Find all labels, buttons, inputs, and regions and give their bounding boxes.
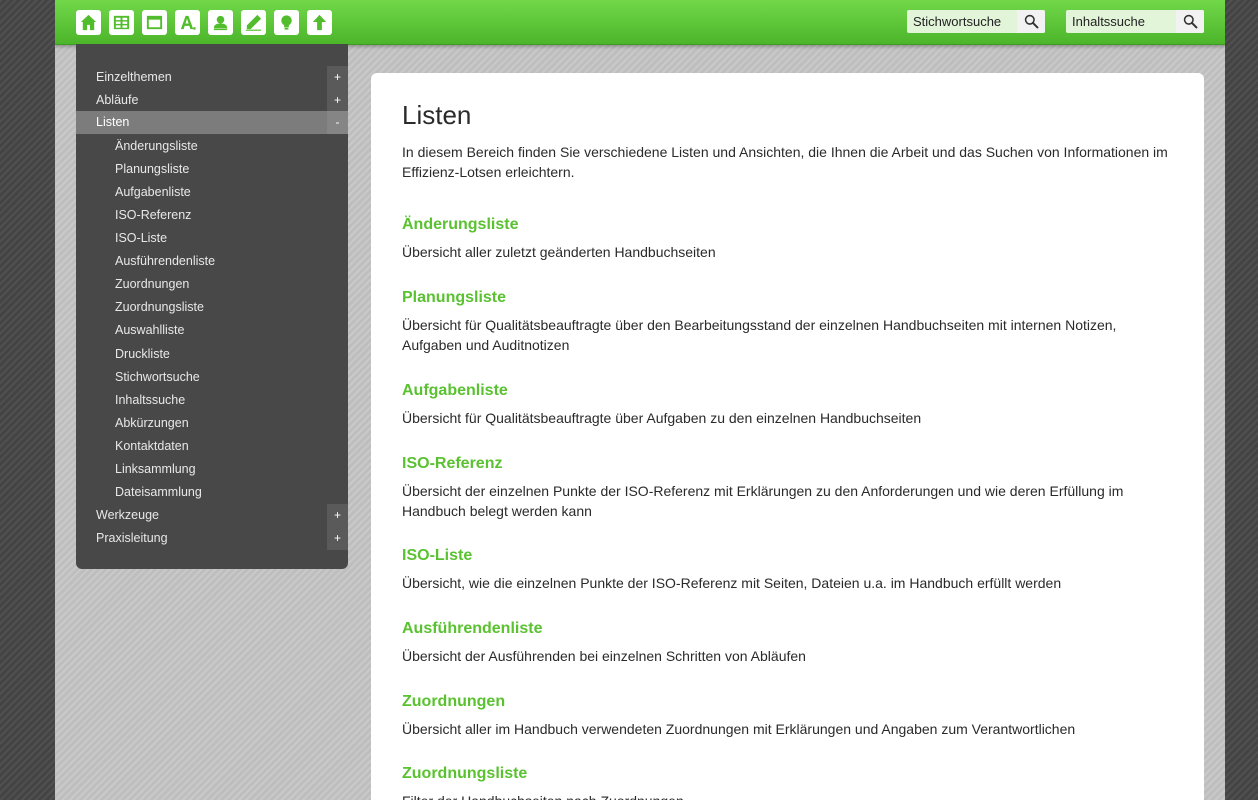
list-item: ISO-Referenz Übersicht der einzelnen Pun… (402, 454, 1177, 521)
sidebar-item-label: Abläufe (96, 93, 139, 107)
sidebar-subitem[interactable]: Zuordnungsliste (76, 296, 348, 319)
table-icon[interactable] (109, 10, 134, 35)
sidebar-item-label: Werkzeuge (96, 508, 159, 522)
sidebar-subitem-label: Abkürzungen (115, 416, 189, 430)
sidebar-subitem[interactable]: Inhaltssuche (76, 389, 348, 412)
list-item-link[interactable]: Zuordnungen (402, 692, 1177, 712)
user-icon[interactable] (208, 10, 233, 35)
sidebar-item-einzelthemen[interactable]: Einzelthemen + (76, 66, 348, 89)
sidebar-item-listen[interactable]: Listen - (76, 111, 348, 134)
content-search-input[interactable] (1066, 10, 1172, 33)
sidebar-subitem-label: Kontaktdaten (115, 439, 189, 453)
sidebar-subitem-label: ISO-Liste (115, 231, 168, 245)
list-item: Aufgabenliste Übersicht für Qualitätsbea… (402, 381, 1177, 428)
arrow-up-icon[interactable] (307, 10, 332, 35)
expand-toggle[interactable]: + (327, 89, 348, 112)
list-item-description: Übersicht aller zuletzt geänderten Handb… (402, 244, 716, 260)
keyword-search-button[interactable] (1017, 10, 1045, 33)
list-item-link[interactable]: Planungsliste (402, 288, 1177, 308)
sidebar-subitem-label: Zuordnungsliste (115, 300, 204, 314)
expand-toggle[interactable]: + (327, 527, 348, 550)
page-title: Listen (402, 100, 472, 130)
sidebar-subitem[interactable]: ISO-Referenz (76, 204, 348, 227)
main-content: Listen In diesem Bereich finden Sie vers… (371, 73, 1204, 800)
sidebar-subitem[interactable]: Planungsliste (76, 158, 348, 181)
sidebar-navigation: Einzelthemen + Abläufe + Listen - Änderu… (76, 44, 348, 569)
intro-text: In diesem Bereich finden Sie verschieden… (402, 144, 1168, 180)
sidebar-subitem[interactable]: Kontaktdaten (76, 435, 348, 458)
list-item-link[interactable]: ISO-Liste (402, 546, 1177, 566)
page-background: Einzelthemen + Abläufe + Listen - Änderu… (55, 0, 1225, 800)
expand-toggle[interactable]: + (327, 66, 348, 89)
sidebar-subitem-label: Planungsliste (115, 162, 190, 176)
list-item-link[interactable]: Aufgabenliste (402, 381, 1177, 401)
top-toolbar (55, 0, 1225, 45)
list-item: Änderungsliste Übersicht aller zuletzt g… (402, 215, 1177, 262)
keyword-search (907, 10, 1045, 33)
sidebar-subitem-label: Ausführendenliste (115, 254, 216, 268)
sidebar-subitem-label: Auswahlliste (115, 323, 185, 337)
sidebar-subitem[interactable]: Stichwortsuche (76, 366, 348, 389)
sidebar-item-praxisleitung[interactable]: Praxisleitung + (76, 527, 348, 550)
expand-toggle[interactable]: + (327, 504, 348, 527)
sidebar-item-werkzeuge[interactable]: Werkzeuge + (76, 504, 348, 527)
sidebar-subitem[interactable]: Linksammlung (76, 458, 348, 481)
sidebar-subitem-label: Aufgabenliste (115, 185, 191, 199)
list-item-description: Übersicht aller im Handbuch verwendeten … (402, 721, 1076, 737)
search-icon (1183, 14, 1197, 29)
sidebar-subitem[interactable]: Druckliste (76, 343, 348, 366)
pencil-icon[interactable] (241, 10, 266, 35)
sidebar-subitem[interactable]: Abkürzungen (76, 412, 348, 435)
sidebar-subitem-label: ISO-Referenz (115, 208, 192, 222)
lightbulb-icon[interactable] (274, 10, 299, 35)
home-icon[interactable] (76, 10, 101, 35)
sidebar-subitem-label: Dateisammlung (115, 485, 202, 499)
content-search-button[interactable] (1176, 10, 1204, 33)
list-item-description: Filter der Handbuchseiten nach Zuordnung… (402, 791, 1177, 800)
sidebar-subitem[interactable]: ISO-Liste (76, 227, 348, 250)
list-item-link[interactable]: Zuordnungsliste (402, 764, 1177, 784)
sidebar-item-label: Praxisleitung (96, 531, 168, 545)
list-item-description: Übersicht, wie die einzelnen Punkte der … (402, 575, 1062, 591)
list-item: Planungsliste Übersicht für Qualitätsbea… (402, 288, 1177, 355)
list-item: Zuordnungsliste Filter der Handbuchseite… (402, 764, 1177, 800)
list-item-description: Übersicht für Qualitätsbeauftragte über … (402, 317, 1117, 353)
list-item-link[interactable]: Ausführendenliste (402, 619, 1177, 639)
list-item-link[interactable]: Änderungsliste (402, 215, 1177, 235)
sidebar-subitem-label: Inhaltssuche (115, 393, 186, 407)
sidebar-item-ablaeufe[interactable]: Abläufe + (76, 89, 348, 112)
sidebar-item-label: Einzelthemen (96, 70, 172, 84)
keyword-search-input[interactable] (907, 10, 1013, 33)
sidebar-subitem-label: Druckliste (115, 347, 170, 361)
sidebar-subitem[interactable]: Ausführendenliste (76, 250, 348, 273)
sidebar-subitem-label: Änderungsliste (115, 139, 198, 153)
sidebar-subitem[interactable]: Zuordnungen (76, 273, 348, 296)
list-item: Zuordnungen Übersicht aller im Handbuch … (402, 692, 1177, 739)
sidebar-item-label: Listen (96, 115, 130, 129)
window-icon[interactable] (142, 10, 167, 35)
sidebar-subitem-label: Stichwortsuche (115, 370, 200, 384)
list-item: Ausführendenliste Übersicht der Ausführe… (402, 619, 1177, 666)
content-search (1066, 10, 1204, 33)
list-item-description: Übersicht der Ausführenden bei einzelnen… (402, 648, 806, 664)
list-item-link[interactable]: ISO-Referenz (402, 454, 1177, 474)
sidebar-subitem[interactable]: Änderungsliste (76, 135, 348, 158)
sidebar-subitem[interactable]: Dateisammlung (76, 481, 348, 504)
list-item-description: Übersicht für Qualitätsbeauftragte über … (402, 410, 922, 426)
sidebar-subitem[interactable]: Auswahlliste (76, 319, 348, 342)
collapse-toggle[interactable]: - (327, 111, 348, 134)
sidebar-subitem-label: Linksammlung (115, 462, 196, 476)
search-icon (1024, 14, 1038, 29)
list-item-description: Übersicht der einzelnen Punkte der ISO-R… (402, 483, 1124, 519)
sidebar-subitem[interactable]: Aufgabenliste (76, 181, 348, 204)
list-item: ISO-Liste Übersicht, wie die einzelnen P… (402, 546, 1177, 593)
font-icon[interactable] (175, 10, 200, 35)
sidebar-subitem-label: Zuordnungen (115, 277, 190, 291)
